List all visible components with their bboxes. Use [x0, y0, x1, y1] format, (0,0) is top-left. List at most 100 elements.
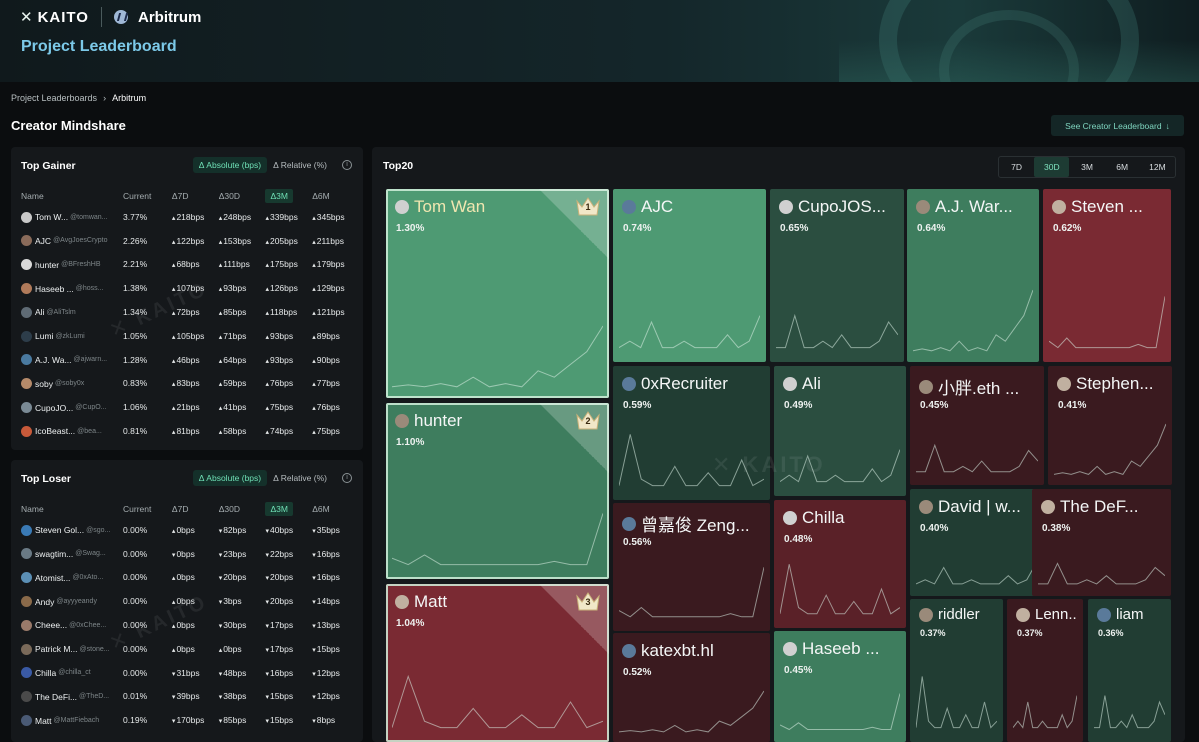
info-icon[interactable]: i: [342, 473, 352, 483]
creator-name[interactable]: soby: [35, 379, 53, 389]
treemap-tile[interactable]: Matt 1.04% 3: [386, 584, 609, 742]
table-row[interactable]: IcoBeast...@bea...0.81%81bps58bps74bps75…: [21, 419, 359, 443]
column-6m[interactable]: Δ6M: [312, 500, 359, 518]
creator-cell[interactable]: A.J. Wa... @ajwarn...: [21, 348, 123, 372]
creator-cell[interactable]: swagtim... @Swag...: [21, 542, 123, 566]
creator-name[interactable]: Patrick M...: [35, 644, 78, 654]
range-tab-30d[interactable]: 30D: [1034, 157, 1070, 177]
creator-cell[interactable]: Patrick M... @stone...: [21, 637, 123, 661]
table-row[interactable]: Steven Gol...@sgo...0.00%0bps82bps40bps3…: [21, 518, 359, 542]
table-row[interactable]: AJC@AvgJoesCrypto2.26%122bps153bps205bps…: [21, 229, 359, 253]
table-row[interactable]: soby@soby0x0.83%83bps59bps76bps77bps: [21, 372, 359, 396]
creator-name[interactable]: CupoJO...: [35, 402, 73, 412]
treemap-tile[interactable]: 曾嘉俊 Zeng... 0.56%: [613, 503, 770, 631]
column-30d[interactable]: Δ30D: [219, 500, 266, 518]
creator-cell[interactable]: hunter @BFreshHB: [21, 253, 123, 277]
creator-cell[interactable]: AJC @AvgJoesCrypto: [21, 229, 123, 253]
creator-name[interactable]: Matt: [35, 715, 52, 725]
column-3m[interactable]: Δ3M: [265, 500, 312, 518]
table-row[interactable]: Cheee...@0xChee...0.00%0bps30bps17bps13b…: [21, 613, 359, 637]
creator-cell[interactable]: IcoBeast... @bea...: [21, 419, 123, 443]
creator-name[interactable]: Chilla: [35, 668, 56, 678]
creator-name[interactable]: swagtim...: [35, 549, 73, 559]
creator-cell[interactable]: Cheee... @0xChee...: [21, 613, 123, 637]
treemap-tile[interactable]: The DeF... 0.38%: [1032, 489, 1171, 596]
column-current[interactable]: Current: [123, 500, 172, 518]
creator-name[interactable]: A.J. Wa...: [35, 355, 72, 365]
treemap-tile[interactable]: 0xRecruiter 0.59%: [613, 366, 770, 500]
creator-name[interactable]: Lumi: [35, 331, 53, 341]
column-current[interactable]: Current: [123, 187, 172, 205]
creator-cell[interactable]: soby @soby0x: [21, 372, 123, 396]
table-row[interactable]: The DeFi...@TheD...0.01%39bps38bps15bps1…: [21, 685, 359, 709]
creator-name[interactable]: Cheee...: [35, 620, 67, 630]
breadcrumb-parent-link[interactable]: Project Leaderboards: [11, 93, 97, 103]
creator-name[interactable]: Atomist...: [35, 573, 70, 583]
range-tab-7d[interactable]: 7D: [999, 157, 1034, 177]
column-7d[interactable]: Δ7D: [172, 187, 219, 205]
treemap-tile[interactable]: 小胖.eth ... 0.45%: [910, 366, 1044, 485]
creator-cell[interactable]: Matt @MattFiebach: [21, 708, 123, 732]
creator-name[interactable]: The DeFi...: [35, 692, 77, 702]
creator-cell[interactable]: The DeFi... @TheD...: [21, 685, 123, 709]
treemap-tile[interactable]: liam 0.36%: [1088, 599, 1171, 742]
treemap-tile[interactable]: Chilla 0.48%: [774, 500, 906, 628]
creator-cell[interactable]: Tom W... @tomwan...: [21, 205, 123, 229]
creator-name[interactable]: Steven Gol...: [35, 525, 84, 535]
column-7d[interactable]: Δ7D: [172, 500, 219, 518]
range-tab-12m[interactable]: 12M: [1140, 157, 1175, 177]
creator-cell[interactable]: Ali @AliTslm: [21, 300, 123, 324]
treemap-tile[interactable]: CupoJOS... 0.65%: [770, 189, 904, 362]
table-row[interactable]: Haseeb ...@hoss...1.38%107bps93bps126bps…: [21, 276, 359, 300]
creator-name[interactable]: Tom W...: [35, 212, 68, 222]
see-creator-leaderboard-button[interactable]: See Creator Leaderboard ↓: [1051, 115, 1184, 136]
table-row[interactable]: A.J. Wa...@ajwarn...1.28%46bps64bps93bps…: [21, 348, 359, 372]
creator-cell[interactable]: Andy @ayyyeandy: [21, 589, 123, 613]
creator-name[interactable]: AJC: [35, 236, 51, 246]
toggle-absolute[interactable]: Δ Absolute (bps): [192, 157, 268, 173]
table-row[interactable]: Atomist...@0xAto...0.00%0bps20bps20bps16…: [21, 566, 359, 590]
treemap-tile[interactable]: katexbt.hl 0.52%: [613, 633, 770, 742]
column-30d[interactable]: Δ30D: [219, 187, 266, 205]
table-row[interactable]: hunter@BFreshHB2.21%68bps111bps175bps179…: [21, 253, 359, 277]
creator-name[interactable]: Andy: [35, 596, 54, 606]
toggle-relative[interactable]: Δ Relative (%): [267, 470, 333, 486]
treemap-tile[interactable]: hunter 1.10% 2: [386, 403, 609, 579]
range-tab-3m[interactable]: 3M: [1069, 157, 1104, 177]
treemap-tile[interactable]: Ali 0.49%: [774, 366, 906, 496]
creator-name[interactable]: Ali: [35, 307, 44, 317]
table-row[interactable]: Chilla@chilla_ct0.00%31bps48bps16bps12bp…: [21, 661, 359, 685]
kaito-logo[interactable]: ✕ KAITO: [20, 8, 89, 27]
toggle-absolute[interactable]: Δ Absolute (bps): [192, 470, 268, 486]
creator-cell[interactable]: Atomist... @0xAto...: [21, 566, 123, 590]
treemap-tile[interactable]: AJC 0.74%: [613, 189, 766, 362]
treemap-tile[interactable]: Tom Wan 1.30% 1: [386, 189, 609, 398]
treemap-tile[interactable]: A.J. War... 0.64%: [907, 189, 1039, 362]
table-row[interactable]: Lumi@zkLumi1.05%105bps71bps93bps89bps: [21, 324, 359, 348]
table-row[interactable]: Ali@AliTslm1.34%72bps85bps118bps121bps: [21, 300, 359, 324]
column-name[interactable]: Name: [21, 187, 123, 205]
creator-cell[interactable]: Lumi @zkLumi: [21, 324, 123, 348]
creator-name[interactable]: hunter: [35, 260, 59, 270]
column-name[interactable]: Name: [21, 500, 123, 518]
treemap-tile[interactable]: Stephen... 0.41%: [1048, 366, 1172, 485]
table-row[interactable]: Andy@ayyyeandy0.00%0bps3bps20bps14bps: [21, 589, 359, 613]
treemap-tile[interactable]: riddler 0.37%: [910, 599, 1003, 742]
creator-cell[interactable]: CupoJO... @CupO...: [21, 395, 123, 419]
table-row[interactable]: Patrick M...@stone...0.00%0bps0bps17bps1…: [21, 637, 359, 661]
table-row[interactable]: CupoJO...@CupO...1.06%21bps41bps75bps76b…: [21, 395, 359, 419]
creator-cell[interactable]: Chilla @chilla_ct: [21, 661, 123, 685]
table-row[interactable]: swagtim...@Swag...0.00%0bps23bps22bps16b…: [21, 542, 359, 566]
info-icon[interactable]: i: [342, 160, 352, 170]
column-3m[interactable]: Δ3M: [265, 187, 312, 205]
treemap-tile[interactable]: Steven ... 0.62%: [1043, 189, 1171, 362]
table-row[interactable]: Tom W...@tomwan...3.77%218bps248bps339bp…: [21, 205, 359, 229]
range-tab-6m[interactable]: 6M: [1105, 157, 1140, 177]
toggle-relative[interactable]: Δ Relative (%): [267, 157, 333, 173]
treemap-tile[interactable]: David | w... 0.40%: [910, 489, 1042, 596]
treemap-tile[interactable]: Lenn... 0.37%: [1007, 599, 1083, 742]
creator-cell[interactable]: Haseeb ... @hoss...: [21, 276, 123, 300]
creator-cell[interactable]: Steven Gol... @sgo...: [21, 518, 123, 542]
table-row[interactable]: Matt@MattFiebach0.19%170bps85bps15bps8bp…: [21, 708, 359, 732]
treemap-tile[interactable]: Haseeb ... 0.45%: [774, 631, 906, 742]
